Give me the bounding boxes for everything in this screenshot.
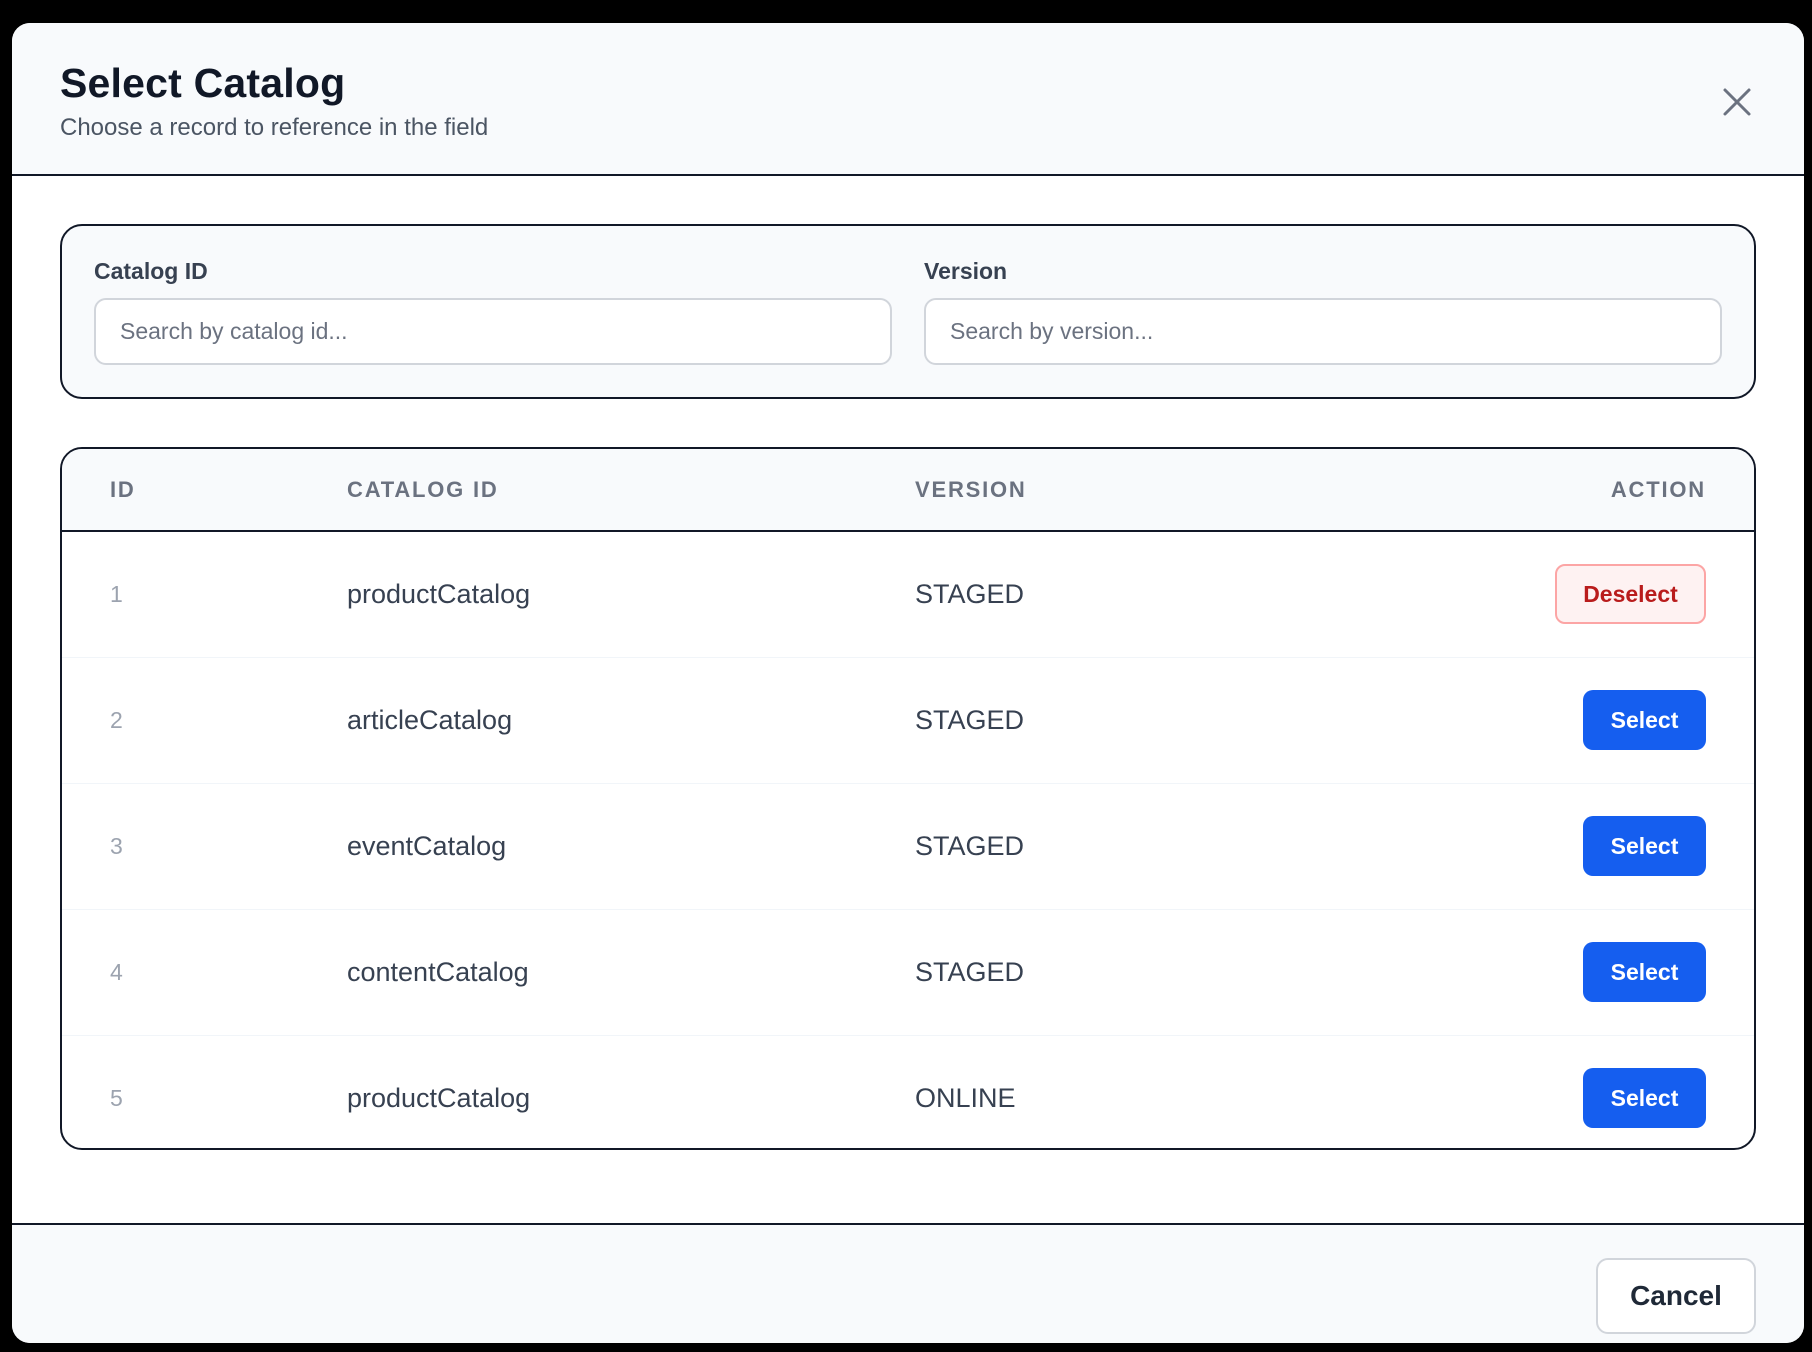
select-catalog-dialog: Select Catalog Choose a record to refere… xyxy=(12,23,1804,1343)
header-action: ACTION xyxy=(1610,476,1706,502)
row-action-cell: Deselect xyxy=(1335,531,1754,657)
row-catalog-id: articleCatalog xyxy=(347,704,513,735)
row-catalog-id: contentCatalog xyxy=(347,956,529,987)
row-version: STAGED xyxy=(915,956,1025,987)
deselect-button[interactable]: Deselect xyxy=(1555,564,1706,625)
close-button[interactable] xyxy=(1714,79,1760,125)
table-row: 1 productCatalog STAGED Deselect xyxy=(62,531,1754,657)
table-row: 4 contentCatalog STAGED Select xyxy=(62,909,1754,1035)
catalog-id-search-input[interactable] xyxy=(94,297,892,365)
dialog-footer: Cancel xyxy=(12,1223,1804,1343)
row-id: 1 xyxy=(110,580,123,607)
header-id: ID xyxy=(110,476,136,502)
row-version: STAGED xyxy=(915,830,1025,861)
catalog-table: ID CATALOG ID VERSION ACTION 1 productCa… xyxy=(60,447,1756,1150)
select-button[interactable]: Select xyxy=(1583,1068,1706,1129)
row-id: 2 xyxy=(110,706,123,733)
catalog-id-filter: Catalog ID xyxy=(94,258,892,365)
table-header-row: ID CATALOG ID VERSION ACTION xyxy=(62,449,1754,531)
cancel-button[interactable]: Cancel xyxy=(1596,1258,1756,1334)
row-version: STAGED xyxy=(915,704,1025,735)
dialog-header: Select Catalog Choose a record to refere… xyxy=(12,23,1804,176)
version-filter: Version xyxy=(924,258,1722,365)
select-button[interactable]: Select xyxy=(1583,690,1706,750)
row-action-cell: Select xyxy=(1335,657,1754,783)
version-label: Version xyxy=(924,258,1008,284)
table-row: 3 eventCatalog STAGED Select xyxy=(62,783,1754,909)
row-action-cell: Select xyxy=(1335,1035,1754,1148)
dialog-subtitle: Choose a record to reference in the fiel… xyxy=(60,114,489,142)
dialog-body: Catalog ID Version ID CATALOG ID VERSION… xyxy=(12,176,1804,1223)
row-id: 3 xyxy=(110,832,123,859)
row-version: ONLINE xyxy=(915,1082,1016,1113)
catalog-id-label: Catalog ID xyxy=(94,258,208,284)
filter-panel: Catalog ID Version xyxy=(60,224,1756,399)
row-version: STAGED xyxy=(915,578,1025,609)
row-id: 5 xyxy=(110,1084,123,1111)
close-icon xyxy=(1723,88,1751,116)
table-row: 2 articleCatalog STAGED Select xyxy=(62,657,1754,783)
select-button[interactable]: Select xyxy=(1583,816,1706,876)
version-search-input[interactable] xyxy=(924,297,1722,365)
row-catalog-id: productCatalog xyxy=(347,578,531,609)
row-catalog-id: productCatalog xyxy=(347,1082,531,1113)
dialog-title: Select Catalog xyxy=(60,60,346,106)
row-id: 4 xyxy=(110,958,123,985)
row-action-cell: Select xyxy=(1335,783,1754,909)
header-catalog-id: CATALOG ID xyxy=(347,476,499,502)
header-version: VERSION xyxy=(915,476,1027,502)
select-button[interactable]: Select xyxy=(1583,942,1706,1002)
table-row: 5 productCatalog ONLINE Select xyxy=(62,1035,1754,1148)
row-catalog-id: eventCatalog xyxy=(347,830,507,861)
row-action-cell: Select xyxy=(1335,909,1754,1035)
